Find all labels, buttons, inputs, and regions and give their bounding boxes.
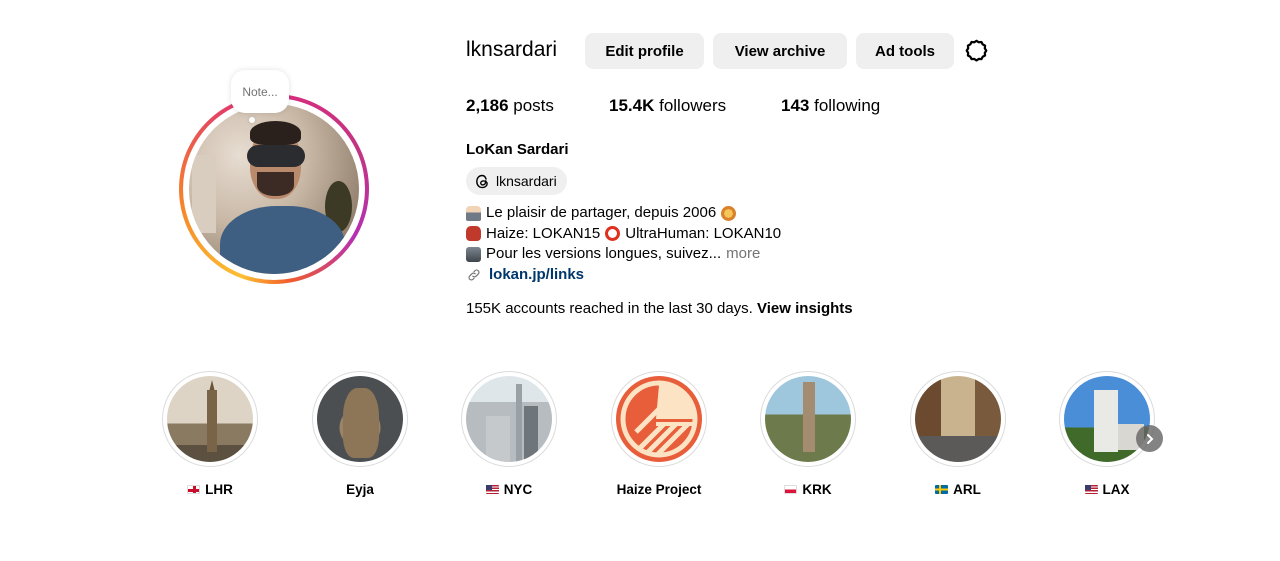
insights-summary: 155K accounts reached in the last 30 day… [466, 300, 853, 317]
highlight-label-row: ARL [910, 482, 1006, 497]
bio-text: Haize: LOKAN15 [486, 224, 601, 242]
backpack-emoji-icon [466, 226, 481, 242]
edit-profile-button[interactable]: Edit profile [585, 33, 704, 69]
highlight-cover [611, 371, 707, 467]
posts-stat[interactable]: 2,186 posts [466, 96, 554, 116]
highlight-cover [1059, 371, 1155, 467]
insights-text: 155K accounts reached in the last 30 day… [466, 300, 758, 317]
highlight-label: Eyja [346, 482, 374, 497]
profile-bio: Le plaisir de partager, depuis 2006 Haiz… [466, 203, 781, 285]
us-flag-icon [1084, 485, 1098, 494]
profile-full-name: LoKan Sardari [466, 141, 569, 158]
bio-more-link[interactable]: more [726, 244, 760, 265]
highlight-label-row: Eyja [312, 482, 408, 497]
highlight-label: LAX [1102, 482, 1130, 497]
england-flag-icon [187, 485, 201, 494]
ad-tools-button[interactable]: Ad tools [856, 33, 954, 69]
highlight-item[interactable]: ARL [910, 371, 1006, 497]
threads-handle: lknsardari [496, 173, 557, 189]
view-archive-button[interactable]: View archive [713, 33, 847, 69]
highlight-label-row: KRK [760, 482, 856, 497]
highlight-item[interactable]: KRK [760, 371, 856, 497]
bio-link-row: lokan.jp/links [466, 265, 781, 286]
following-count: 143 [781, 96, 810, 115]
sweden-flag-icon [935, 485, 949, 494]
following-stat[interactable]: 143 following [781, 96, 880, 116]
highlight-image [167, 376, 253, 462]
highlight-item[interactable]: NYC [461, 371, 557, 497]
following-label: following [809, 96, 881, 115]
us-flag-icon [485, 485, 499, 494]
highlight-cover [162, 371, 258, 467]
highlights-next-button[interactable] [1136, 425, 1163, 452]
posts-count: 2,186 [466, 96, 509, 115]
note-bubble[interactable]: Note... [231, 70, 289, 113]
threads-badge[interactable]: lknsardari [466, 167, 567, 195]
highlight-image [466, 376, 552, 462]
note-bubble-tail [249, 117, 255, 123]
highlight-label: ARL [953, 482, 981, 497]
bio-text: UltraHuman: LOKAN10 [625, 224, 782, 242]
highlight-image [765, 376, 851, 462]
avatar-photo [189, 104, 359, 274]
bio-text: Le plaisir de partager, depuis 2006 [486, 204, 717, 221]
settings-gear-icon[interactable] [963, 38, 990, 65]
followers-label: followers [654, 96, 727, 115]
lion-emoji-icon [721, 205, 737, 221]
highlight-item[interactable]: LHR [162, 371, 258, 497]
poland-flag-icon [784, 485, 798, 494]
highlight-label: LHR [205, 482, 233, 497]
red-circle-emoji-icon [605, 226, 621, 242]
highlight-item[interactable]: Eyja [312, 371, 408, 497]
highlight-label-row: Haize Project [611, 482, 707, 497]
highlight-cover [312, 371, 408, 467]
link-icon [468, 269, 480, 281]
bio-line: Haize: LOKAN15 UltraHuman: LOKAN10 [466, 224, 781, 245]
highlight-image [1064, 376, 1150, 462]
followers-count: 15.4K [609, 96, 655, 115]
followers-stat[interactable]: 15.4K followers [609, 96, 726, 116]
technologist-emoji-icon [466, 205, 481, 221]
camera-emoji-icon [466, 246, 481, 262]
highlight-label-row: LHR [162, 482, 258, 497]
chevron-right-icon [1146, 433, 1153, 444]
profile-username: lknsardari [466, 38, 558, 61]
posts-label: posts [508, 96, 554, 115]
bio-text: Pour les versions longues, suivez... [486, 245, 722, 262]
view-insights-link[interactable]: View insights [757, 300, 853, 317]
highlight-cover [760, 371, 856, 467]
note-placeholder: Note... [242, 84, 278, 99]
haize-logo-icon [616, 376, 702, 462]
bio-external-link[interactable]: lokan.jp/links [489, 265, 584, 286]
highlight-label: Haize Project [616, 482, 702, 497]
highlight-label: KRK [802, 482, 832, 497]
bio-line: Pour les versions longues, suivez... mor… [466, 244, 781, 265]
threads-icon [476, 174, 488, 188]
highlight-label-row: NYC [461, 482, 557, 497]
profile-avatar[interactable] [179, 94, 369, 284]
highlight-image [915, 376, 1001, 462]
highlight-label-row: LAX [1059, 482, 1155, 497]
highlight-cover [910, 371, 1006, 467]
highlight-label: NYC [503, 482, 533, 497]
bio-line: Le plaisir de partager, depuis 2006 [466, 203, 781, 224]
highlight-image [317, 376, 403, 462]
highlight-item[interactable]: Haize Project [611, 371, 707, 497]
highlight-cover [461, 371, 557, 467]
